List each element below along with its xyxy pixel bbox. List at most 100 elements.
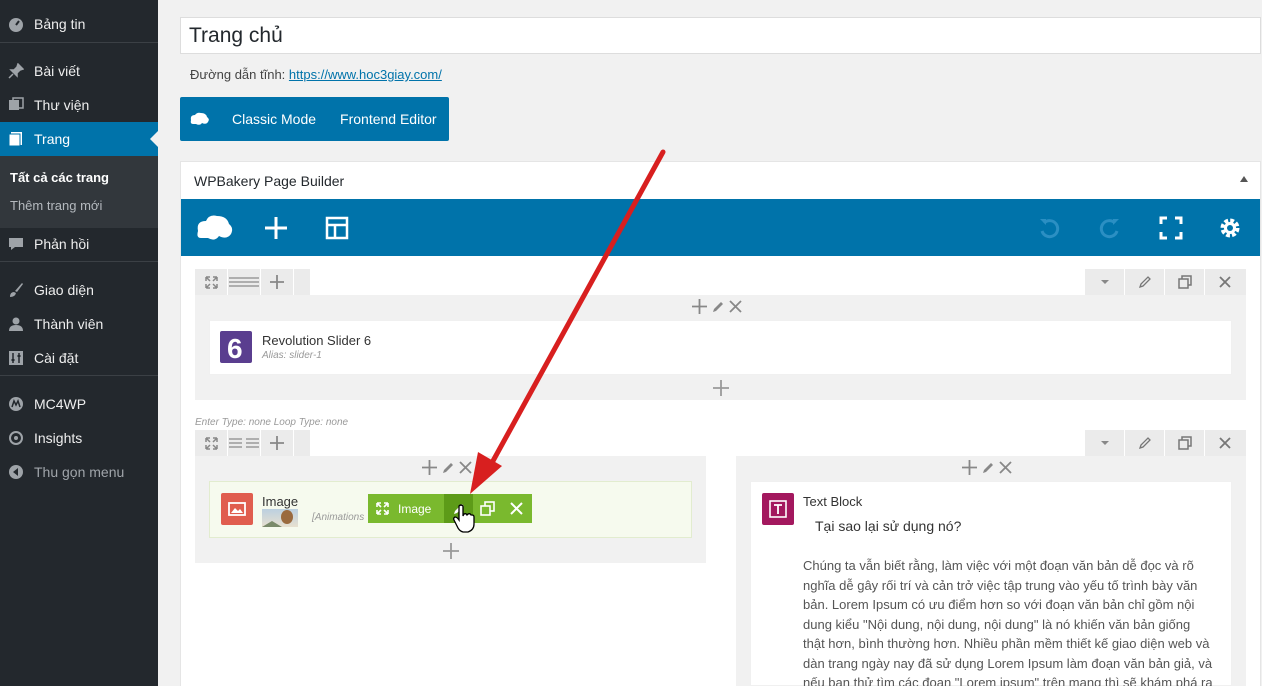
sidebar-item-insights[interactable]: Insights: [0, 421, 158, 455]
element-title: Image: [262, 494, 299, 509]
text-line: nghĩa dễ gây rối trí và cản trở việc tập…: [803, 577, 1198, 593]
row-edit-icon[interactable]: [1124, 269, 1164, 295]
sidebar-item-appearance[interactable]: Giao diện: [0, 273, 158, 307]
permalink-link[interactable]: https://www.hoc3giay.com/: [289, 67, 442, 82]
row-move-icon[interactable]: [195, 269, 228, 295]
hand-cursor-icon: [453, 504, 475, 533]
templates-icon[interactable]: [322, 213, 352, 243]
element-move-handle[interactable]: Image: [368, 494, 444, 523]
wpbakery-mode-bar: Classic Mode Frontend Editor: [180, 97, 449, 141]
move-icon: [376, 502, 389, 515]
pages-icon: [7, 130, 25, 148]
element-subtitle: Alias: slider-1: [262, 350, 322, 361]
divider: [0, 261, 158, 262]
frontend-editor-button[interactable]: Frontend Editor: [328, 111, 449, 127]
column-add-icon[interactable]: [962, 460, 977, 475]
column-edit-icon[interactable]: [981, 461, 995, 475]
sidebar-item-users[interactable]: Thành viên: [0, 307, 158, 341]
row-delete-icon[interactable]: [1204, 430, 1244, 456]
sidebar-item-label: Cài đặt: [34, 350, 79, 366]
sidebar-item-label: Phản hồi: [34, 236, 90, 252]
row-toggle-icon[interactable]: [1084, 430, 1124, 456]
sidebar-item-mc4wp[interactable]: MC4WP: [0, 387, 158, 421]
text-block-icon: [762, 493, 794, 525]
sidebar-collapse-menu[interactable]: Thu gọn menu: [0, 455, 158, 489]
row-move-icon[interactable]: [195, 430, 228, 456]
pages-submenu: Tất cả các trang Thêm trang mới: [0, 156, 158, 228]
column-delete-icon[interactable]: [999, 461, 1012, 474]
settings-gear-icon[interactable]: [1215, 213, 1245, 243]
wpbakery-toolbar: [181, 199, 1260, 256]
wpbakery-header: WPBakery Page Builder: [181, 162, 1260, 199]
column-edit-icon[interactable]: [711, 300, 725, 314]
row-toggle-icon[interactable]: [1084, 269, 1124, 295]
permalink-label: Đường dẫn tĩnh:: [190, 67, 286, 82]
text-line: dung kiểu "Nội dung, nội dung, nội dung"…: [803, 616, 1191, 632]
row-add-column-icon[interactable]: [261, 430, 294, 456]
add-element-plus-icon[interactable]: [443, 543, 459, 559]
insights-icon: [7, 429, 25, 447]
delete-element-button[interactable]: [502, 494, 531, 523]
clone-icon: [480, 501, 495, 516]
add-element-plus-icon[interactable]: [713, 380, 729, 396]
collapse-toggle-icon[interactable]: [1240, 176, 1248, 182]
column-delete-icon[interactable]: [729, 300, 742, 313]
sidebar-item-label: MC4WP: [34, 396, 87, 412]
row-add-column-icon[interactable]: [261, 269, 294, 295]
admin-sidebar: Bảng tin Bài viết Thư viện Trang Tất cả …: [0, 0, 158, 686]
classic-mode-button[interactable]: Classic Mode: [220, 111, 328, 127]
text-block-content: Chúng ta vẫn biết rằng, làm việc với một…: [803, 556, 1228, 686]
row-1-actions: [1084, 269, 1246, 295]
column-add-icon[interactable]: [422, 460, 437, 475]
divider: [0, 42, 158, 43]
row-edit-icon[interactable]: [1124, 430, 1164, 456]
svg-text:6: 6: [227, 333, 243, 361]
text-line: dàn trang ngày nay đã sử dụng Lorem Ipsu…: [803, 655, 1213, 671]
redo-icon[interactable]: [1095, 213, 1125, 243]
add-element-icon[interactable]: [261, 213, 291, 243]
row-delete-icon[interactable]: [1204, 269, 1244, 295]
sidebar-item-label: Trang: [34, 131, 71, 147]
submenu-all-pages[interactable]: Tất cả các trang: [10, 170, 109, 185]
row-clone-icon[interactable]: [1164, 430, 1204, 456]
element-toolbar-label: Image: [398, 501, 432, 516]
sidebar-item-comments[interactable]: Phản hồi: [0, 227, 158, 261]
wpbakery-logo-icon[interactable]: [195, 213, 235, 243]
text-block-element[interactable]: Text Block Tại sao lại sử dụng nó? Chúng…: [750, 481, 1232, 686]
brush-icon: [7, 281, 25, 299]
revolution-slider-element[interactable]: 6 Revolution Slider 6 Alias: slider-1: [209, 320, 1232, 375]
sidebar-item-label: Thu gọn menu: [34, 464, 125, 480]
collapse-icon: [7, 463, 25, 481]
text-line: bản. Lorem Ipsum có ưu điểm hơn so với đ…: [803, 597, 1195, 612]
row-layout-icon[interactable]: [228, 269, 261, 295]
undo-icon[interactable]: [1034, 213, 1064, 243]
sidebar-item-settings[interactable]: Cài đặt: [0, 341, 158, 375]
sidebar-item-label: Giao diện: [34, 282, 94, 298]
column-add-icon[interactable]: [692, 299, 707, 314]
text-block-heading: Tại sao lại sử dụng nó?: [815, 518, 962, 534]
sidebar-item-posts[interactable]: Bài viết: [0, 54, 158, 88]
revolution-slider-icon: 6: [220, 331, 252, 363]
text-line: Chúng ta vẫn biết rằng, làm việc với một…: [803, 558, 1194, 573]
page-title-input[interactable]: Trang chủ: [180, 17, 1261, 54]
column-edit-icon[interactable]: [441, 461, 455, 475]
sidebar-item-dashboard[interactable]: Bảng tin: [0, 7, 158, 41]
mc4wp-icon: [7, 395, 25, 413]
column-delete-icon[interactable]: [459, 461, 472, 474]
divider: [0, 375, 158, 376]
clone-element-button[interactable]: [473, 494, 502, 523]
row-2-actions: [1084, 430, 1246, 456]
submenu-add-page[interactable]: Thêm trang mới: [10, 198, 102, 213]
wpbakery-logo-icon: [180, 112, 220, 126]
dashboard-icon: [7, 15, 25, 33]
sidebar-item-label: Insights: [34, 430, 83, 446]
fullscreen-icon[interactable]: [1156, 213, 1186, 243]
sidebar-item-pages[interactable]: Trang: [0, 122, 158, 156]
settings-icon: [7, 349, 25, 367]
sidebar-item-media[interactable]: Thư viện: [0, 88, 158, 122]
row-clone-icon[interactable]: [1164, 269, 1204, 295]
sidebar-item-label: Bảng tin: [34, 16, 86, 32]
text-line: thật hơn, bình thường hơn. Nhiều phần mề…: [803, 636, 1210, 651]
row-layout-icon[interactable]: [228, 430, 261, 456]
wpbakery-title: WPBakery Page Builder: [194, 172, 345, 189]
